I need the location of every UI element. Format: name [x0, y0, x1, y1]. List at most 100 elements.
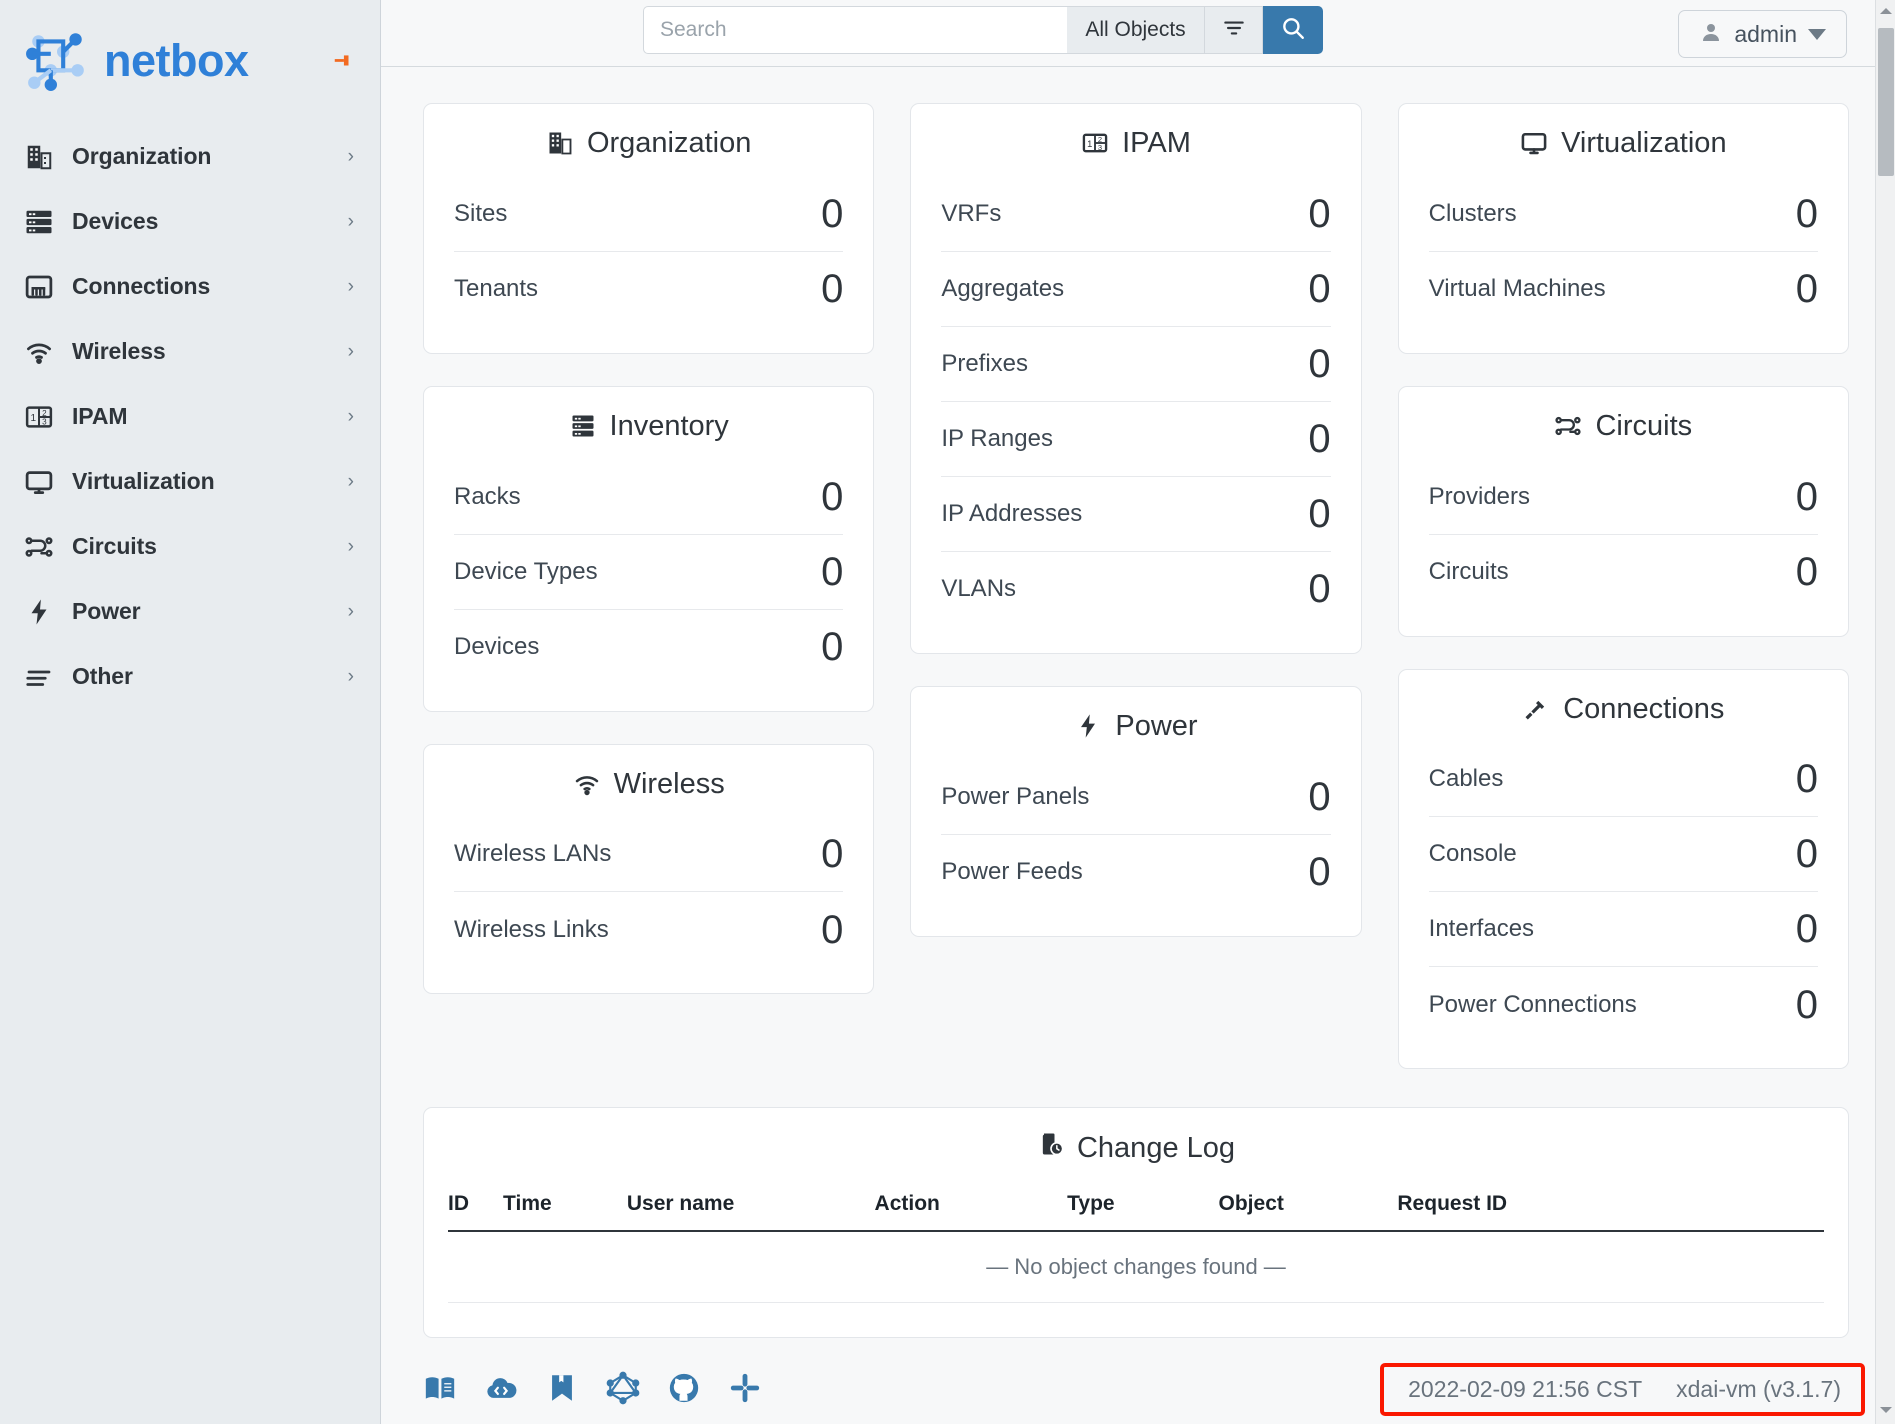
chevron-right-icon: › [348, 277, 354, 296]
changelog-title: Change Log [448, 1130, 1824, 1166]
card-circuits: Circuits Providers 0 Circuits 0 [1398, 386, 1849, 637]
sidebar-item-connections[interactable]: Connections › [0, 254, 380, 319]
sidebar-item-devices[interactable]: Devices › [0, 189, 380, 254]
card-title-label: Inventory [610, 409, 729, 444]
stat-row[interactable]: Virtual Machines 0 [1429, 252, 1818, 327]
stat-count: 0 [1796, 552, 1818, 592]
main-area: All Objects admin [381, 0, 1895, 1424]
card-rows: Racks 0 Device Types 0 Devices 0 [454, 460, 843, 685]
table-empty-row: — No object changes found — [448, 1231, 1824, 1303]
sidebar-item-circuits[interactable]: Circuits › [0, 514, 380, 579]
sidebar-nav: Organization › Devices › Connections › [0, 124, 380, 709]
stat-row[interactable]: Wireless Links 0 [454, 892, 843, 967]
stat-row[interactable]: Power Panels 0 [941, 760, 1330, 835]
number-grid-icon: 123 [24, 402, 54, 432]
card-rows: Sites 0 Tenants 0 [454, 177, 843, 327]
sidebar-item-wireless[interactable]: Wireless › [0, 319, 380, 384]
api-cloud-icon[interactable] [484, 1371, 518, 1405]
stat-label: Power Connections [1429, 991, 1637, 1019]
stat-row[interactable]: Power Connections 0 [1429, 967, 1818, 1042]
docs-book-icon[interactable] [423, 1371, 457, 1405]
stat-row[interactable]: VLANs 0 [941, 552, 1330, 627]
stat-row[interactable]: Wireless LANs 0 [454, 817, 843, 892]
sidebar-item-ipam[interactable]: 123 IPAM › [0, 384, 380, 449]
stat-count: 0 [1796, 477, 1818, 517]
object-scope-select[interactable]: All Objects [1067, 6, 1205, 54]
pin-icon[interactable] [332, 49, 354, 71]
footer-links [423, 1371, 762, 1405]
sidebar-item-label: Virtualization [72, 468, 215, 495]
stat-count: 0 [1308, 777, 1330, 817]
stat-row[interactable]: Racks 0 [454, 460, 843, 535]
graphql-icon[interactable] [606, 1371, 640, 1405]
stat-row[interactable]: Devices 0 [454, 610, 843, 685]
stat-row[interactable]: Circuits 0 [1429, 535, 1818, 610]
brand-header[interactable]: netbox [0, 14, 380, 106]
stat-count: 0 [821, 552, 843, 592]
scroll-down-button[interactable] [1876, 1399, 1895, 1421]
stat-label: Interfaces [1429, 915, 1534, 943]
empty-message: — No object changes found — [448, 1231, 1824, 1303]
stat-row[interactable]: IP Ranges 0 [941, 402, 1330, 477]
dashboard-content: Organization Sites 0 Tenants 0 [381, 67, 1895, 1352]
clipboard-clock-icon [1037, 1130, 1065, 1166]
stat-row[interactable]: Aggregates 0 [941, 252, 1330, 327]
stat-row[interactable]: Providers 0 [1429, 460, 1818, 535]
filter-icon [1221, 15, 1247, 46]
sidebar-item-other[interactable]: Other › [0, 644, 380, 709]
menu-lines-icon [24, 662, 54, 692]
sidebar-item-virtualization[interactable]: Virtualization › [0, 449, 380, 514]
svg-text:2: 2 [42, 408, 47, 417]
table-header-row: ID Time User name Action Type Object Req… [448, 1192, 1824, 1231]
sidebar: netbox Organization › Devices › [0, 0, 381, 1424]
column-header-request-id[interactable]: Request ID [1397, 1192, 1824, 1231]
column-middle: 123 IPAM VRFs 0 Aggregates 0 [910, 103, 1361, 937]
column-header-time[interactable]: Time [503, 1192, 627, 1231]
column-header-object[interactable]: Object [1219, 1192, 1398, 1231]
chevron-right-icon: › [348, 602, 354, 621]
search-button[interactable] [1263, 6, 1323, 54]
wifi-icon [573, 770, 601, 798]
scrollbar-thumb[interactable] [1878, 28, 1894, 176]
column-header-action[interactable]: Action [875, 1192, 1068, 1231]
filter-button[interactable] [1205, 6, 1263, 54]
chevron-right-icon: › [348, 472, 354, 491]
user-menu-label: admin [1734, 21, 1797, 48]
stat-row[interactable]: Device Types 0 [454, 535, 843, 610]
stat-row[interactable]: Clusters 0 [1429, 177, 1818, 252]
stat-row[interactable]: VRFs 0 [941, 177, 1330, 252]
scroll-up-button[interactable] [1876, 0, 1895, 22]
stat-row[interactable]: Console 0 [1429, 817, 1818, 892]
bookmark-icon[interactable] [545, 1371, 579, 1405]
column-header-type[interactable]: Type [1067, 1192, 1218, 1231]
stat-label: Console [1429, 840, 1517, 868]
card-title-label: IPAM [1122, 126, 1191, 161]
stat-row[interactable]: Tenants 0 [454, 252, 843, 327]
stat-count: 0 [821, 834, 843, 874]
stat-row[interactable]: Cables 0 [1429, 742, 1818, 817]
chevron-down-icon [1808, 29, 1826, 40]
search-input[interactable] [643, 6, 1067, 54]
page-scrollbar[interactable] [1875, 0, 1895, 1424]
github-icon[interactable] [667, 1371, 701, 1405]
card-rows: Clusters 0 Virtual Machines 0 [1429, 177, 1818, 327]
stat-row[interactable]: Power Feeds 0 [941, 835, 1330, 910]
stat-row[interactable]: Sites 0 [454, 177, 843, 252]
footer-host-version: xdai-vm (v3.1.7) [1676, 1376, 1841, 1403]
sidebar-item-organization[interactable]: Organization › [0, 124, 380, 189]
slack-icon[interactable] [728, 1371, 762, 1405]
column-header-username[interactable]: User name [627, 1192, 875, 1231]
svg-text:3: 3 [1098, 143, 1102, 152]
sidebar-item-power[interactable]: Power › [0, 579, 380, 644]
stat-row[interactable]: IP Addresses 0 [941, 477, 1330, 552]
stat-row[interactable]: Prefixes 0 [941, 327, 1330, 402]
stat-label: Virtual Machines [1429, 275, 1606, 303]
user-menu-button[interactable]: admin [1678, 10, 1847, 58]
column-header-id[interactable]: ID [448, 1192, 503, 1231]
card-title: Connections [1429, 692, 1818, 727]
building-icon [24, 142, 54, 172]
circuit-icon [24, 532, 54, 562]
lightning-icon [1074, 712, 1102, 740]
stat-row[interactable]: Interfaces 0 [1429, 892, 1818, 967]
stat-label: Circuits [1429, 558, 1509, 586]
